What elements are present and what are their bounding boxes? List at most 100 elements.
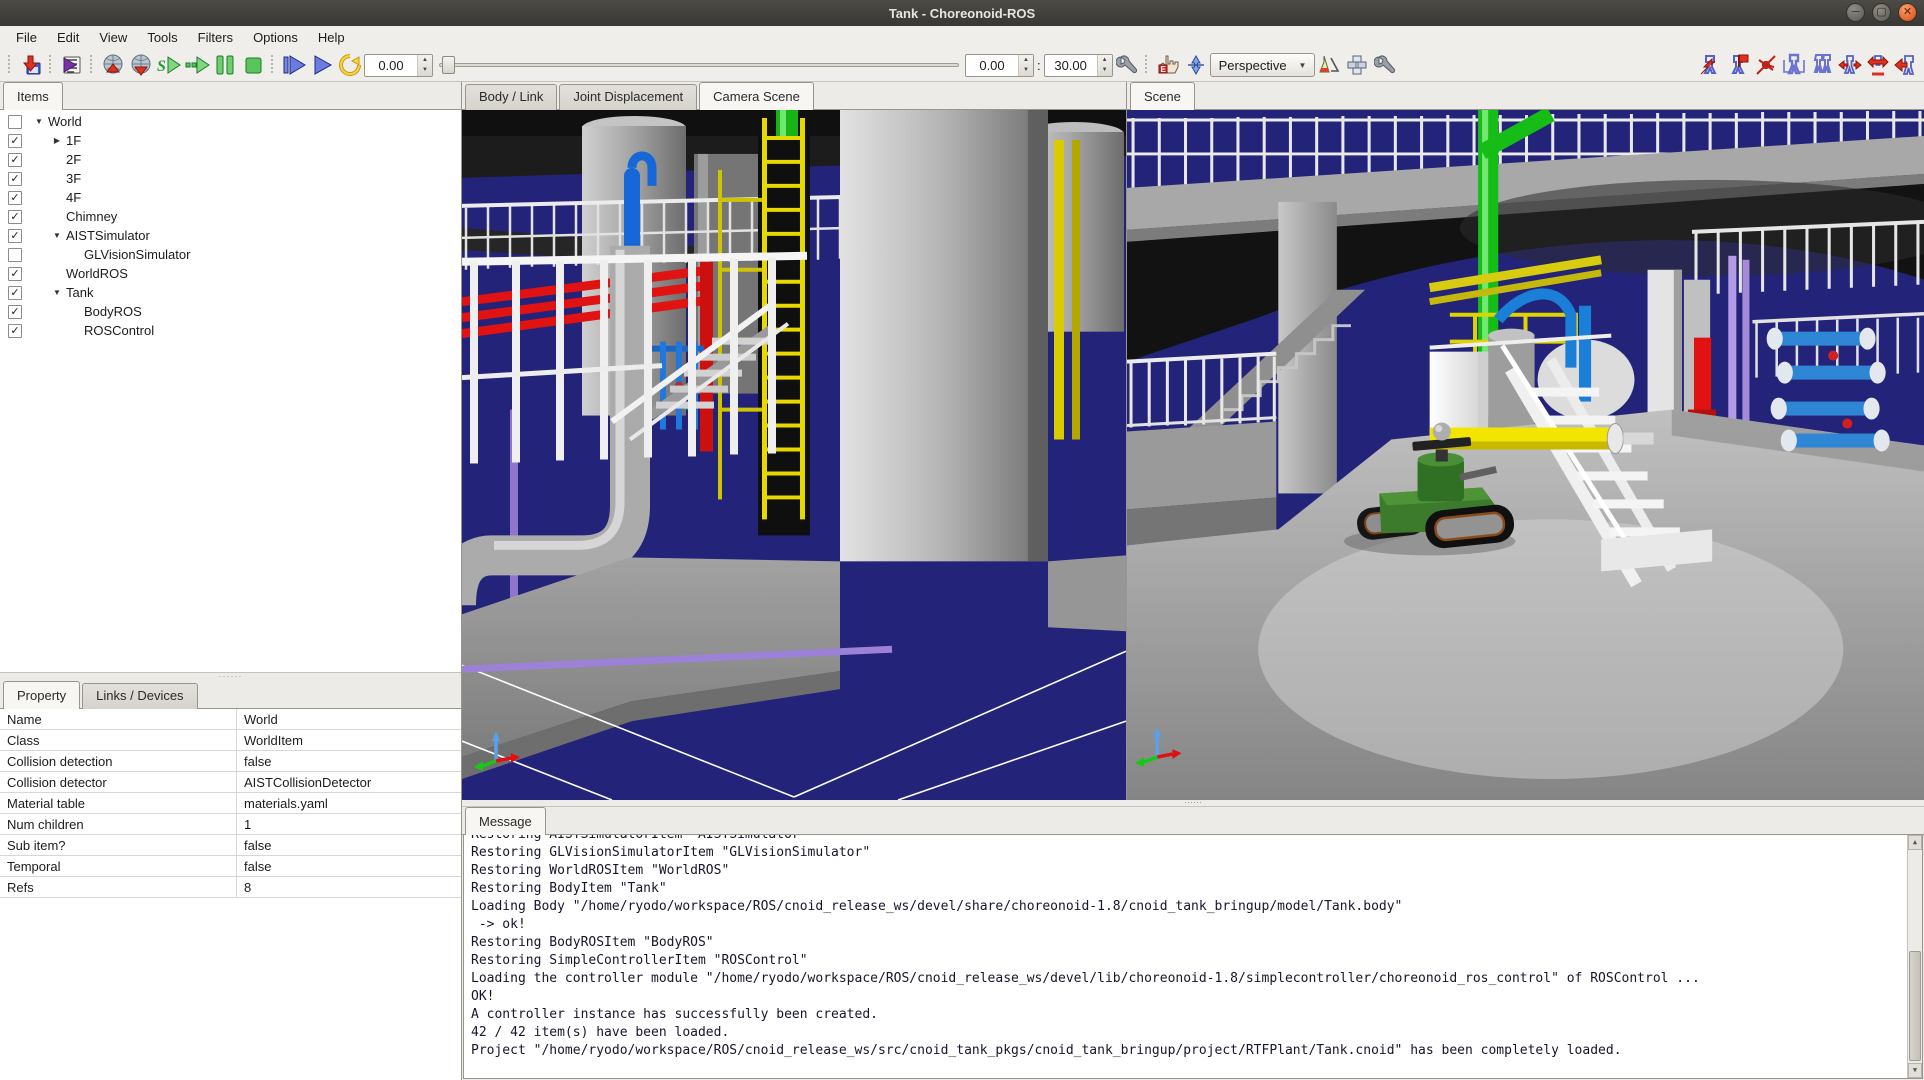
tree-item-world[interactable]: ▼ World [0,112,461,131]
item-checkbox[interactable]: ✓ [8,191,22,205]
tab-body-link[interactable]: Body / Link [465,84,557,110]
menu-edit[interactable]: Edit [47,27,89,48]
item-checkbox[interactable]: ✓ [8,134,22,148]
tab-property[interactable]: Property [3,681,80,709]
save-project-button[interactable] [17,52,45,79]
tree-item-glvisionsimulator[interactable]: GLVisionSimulator [0,245,461,264]
item-checkbox[interactable]: ✓ [8,305,22,319]
time-slider[interactable] [439,54,959,76]
tree-item-bodyros[interactable]: ✓ BodyROS [0,302,461,321]
toolbar-grip[interactable] [1145,55,1150,75]
item-checkbox[interactable]: ✓ [8,153,22,167]
time-slider-handle[interactable] [442,56,455,74]
item-checkbox[interactable] [8,248,22,262]
message-scrollbar[interactable]: ▲ ▼ [1907,835,1922,1078]
simulation-step-button[interactable] [183,52,211,79]
toolbar-grip[interactable] [90,55,95,75]
tree-item-roscontrol[interactable]: ✓ ROSControl [0,321,461,340]
time-refresh-icon [338,53,362,77]
initial-pose-button[interactable] [1724,52,1752,79]
play-from-start-button[interactable] [280,52,308,79]
spin-steppers[interactable]: ▲▼ [1018,55,1033,76]
menu-view[interactable]: View [89,27,137,48]
scroll-down-icon[interactable]: ▼ [1908,1063,1922,1078]
property-table: NameWorld ClassWorldItem Collision detec… [0,709,461,1080]
tab-message[interactable]: Message [465,807,546,835]
simulation-start-button[interactable] [99,52,127,79]
tree-item-chimney[interactable]: ✓ Chimney [0,207,461,226]
menu-help[interactable]: Help [308,27,355,48]
spin-steppers[interactable]: ▲▼ [1097,55,1112,76]
tree-item-2f[interactable]: ✓ 2F [0,150,461,169]
item-list-button[interactable] [58,52,86,79]
expander-icon[interactable]: ▼ [50,231,64,240]
expander-icon[interactable]: ▼ [50,288,64,297]
item-checkbox[interactable]: ✓ [8,324,22,338]
tab-scene[interactable]: Scene [1130,82,1195,110]
svg-text:S: S [157,58,166,75]
panel-splitter[interactable]: ······ [0,672,461,681]
item-checkbox[interactable]: ✓ [8,286,22,300]
item-checkbox[interactable] [8,115,22,129]
pose-swap-both-button[interactable] [1864,52,1892,79]
scroll-up-icon[interactable]: ▲ [1908,835,1922,850]
toolbar-grip[interactable] [8,55,13,75]
maximize-button[interactable]: ▢ [1872,3,1891,22]
expander-icon[interactable]: ▶ [50,136,64,145]
move-to-origin-button[interactable] [1696,52,1724,79]
item-checkbox[interactable]: ✓ [8,172,22,186]
tab-joint-displacement[interactable]: Joint Displacement [559,84,697,110]
tree-item-worldros[interactable]: ✓ WorldROS [0,264,461,283]
play-resume-button[interactable] [308,52,336,79]
scene-row: Body / Link Joint Displacement Camera Sc… [462,82,1924,800]
scene-config-button[interactable] [1371,52,1399,79]
simulation-resume-button[interactable]: S [155,52,183,79]
tree-item-1f[interactable]: ✓ ▶ 1F [0,131,461,150]
symmetric-mirror-button[interactable] [1808,52,1836,79]
menu-options[interactable]: Options [243,27,308,48]
wireframe-view-button[interactable] [1343,52,1371,79]
current-time-spinbox[interactable]: 0.00 ▲▼ [364,54,433,77]
spin-steppers[interactable]: ▲▼ [417,55,432,76]
message-log[interactable]: Restoring AISTSimulatorItem "AISTSimulat… [463,835,1923,1079]
chevron-down-icon: ▼ [1299,61,1307,70]
scene-edit-mode-button[interactable]: E [1154,52,1182,79]
camera-scene-viewport[interactable] [462,110,1126,800]
scene-viewport[interactable] [1127,110,1924,800]
expander-icon[interactable]: ▼ [32,117,46,126]
main-content: Items ▼ World ✓ ▶ 1F ✓ 2F ✓ 3F [0,82,1924,1080]
range-end-spinbox[interactable]: 30.00 ▲▼ [1044,54,1113,77]
close-button[interactable]: ✕ [1898,3,1917,22]
timebar-config-button[interactable] [1113,52,1141,79]
tab-camera-scene[interactable]: Camera Scene [699,82,814,110]
projection-mode-combobox[interactable]: Perspective ▼ [1210,53,1316,77]
tree-item-4f[interactable]: ✓ 4F [0,188,461,207]
menu-filters[interactable]: Filters [188,27,243,48]
collision-visualization-button[interactable] [1315,52,1343,79]
minimize-button[interactable]: ─ [1846,3,1865,22]
menu-file[interactable]: File [6,27,47,48]
time-refresh-button[interactable] [336,52,364,79]
simulation-restart-button[interactable] [127,52,155,79]
tab-items[interactable]: Items [3,82,63,110]
pose-swap-left-button[interactable] [1836,52,1864,79]
toolbar-grip[interactable] [271,55,276,75]
scrollbar-thumb[interactable] [1909,951,1921,1061]
simulation-stop-button[interactable] [239,52,267,79]
item-checkbox[interactable]: ✓ [8,229,22,243]
camera-scene-3d [462,110,1126,800]
first-person-mode-button[interactable] [1182,52,1210,79]
tree-item-tank[interactable]: ✓ ▼ Tank [0,283,461,302]
item-checkbox[interactable]: ✓ [8,210,22,224]
item-checkbox[interactable]: ✓ [8,267,22,281]
pose-copy-left-button[interactable] [1892,52,1920,79]
simulation-pause-button[interactable] [211,52,239,79]
range-start-spinbox[interactable]: 0.00 ▲▼ [965,54,1034,77]
toolbar-grip[interactable] [49,55,54,75]
tree-item-aistsimulator[interactable]: ✓ ▼ AISTSimulator [0,226,461,245]
tab-links-devices[interactable]: Links / Devices [82,683,197,709]
tree-item-3f[interactable]: ✓ 3F [0,169,461,188]
zero-pose-button[interactable] [1752,52,1780,79]
symmetric-pose-button[interactable] [1780,52,1808,79]
menu-tools[interactable]: Tools [137,27,187,48]
